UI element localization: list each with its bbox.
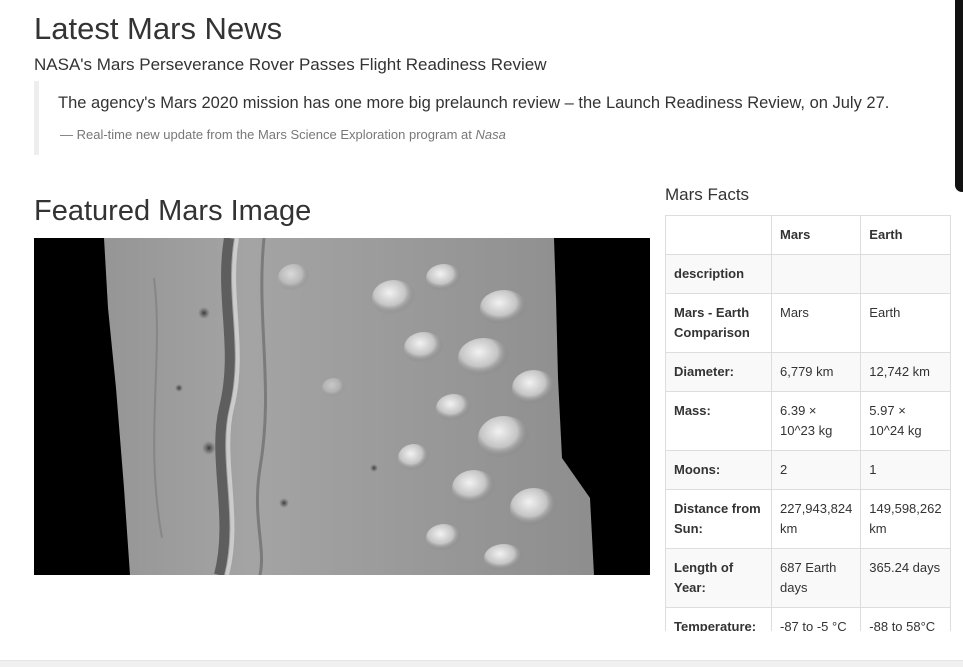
news-paragraph: The agency's Mars 2020 mission has one m…: [58, 94, 890, 112]
table-row: Moons: 2 1: [665, 450, 951, 490]
news-source: Nasa: [475, 127, 506, 142]
earth-value: 12,742 km: [860, 352, 951, 392]
row-label: Temperature:: [665, 607, 772, 631]
featured-mars-image: [34, 238, 650, 575]
earth-value: 5.97 × 10^24 kg: [860, 391, 951, 451]
table-header-row: Mars Earth: [665, 215, 951, 255]
row-label: Diameter:: [665, 352, 772, 392]
earth-value: 149,598,262 km: [860, 489, 951, 549]
horizontal-scrollbar[interactable]: [0, 660, 963, 667]
news-footer: — Real-time new update from the Mars Sci…: [60, 126, 506, 144]
earth-value: Earth: [860, 293, 951, 353]
news-title: NASA's Mars Perseverance Rover Passes Fl…: [34, 55, 547, 74]
mars-page: Latest Mars News NASA's Mars Perseveranc…: [0, 0, 963, 667]
column-header-mars: Mars: [770, 215, 862, 255]
column-header-earth: Earth: [860, 215, 951, 255]
mars-value: -87 to -5 °C: [770, 607, 862, 631]
earth-value: -88 to 58°C: [860, 607, 951, 631]
table-row: Distance from Sun: 227,943,824 km 149,59…: [665, 489, 951, 549]
mars-value: 687 Earth days: [770, 548, 862, 608]
column-header-blank: [665, 215, 772, 255]
table-row: Mars - Earth Comparison Mars Earth: [665, 293, 951, 353]
device-edge: [955, 0, 963, 192]
mars-facts-table: Mars Earth description Mars - Earth Comp…: [665, 215, 951, 631]
table-row: Length of Year: 687 Earth days 365.24 da…: [665, 548, 951, 608]
mars-value: [770, 254, 862, 294]
facts-heading: Mars Facts: [665, 185, 750, 204]
row-label: Mass:: [665, 391, 772, 451]
mars-value: Mars: [770, 293, 862, 353]
row-label: Distance from Sun:: [665, 489, 772, 549]
mars-terrain-image: [34, 238, 650, 575]
mars-value: 2: [770, 450, 862, 490]
earth-value: [860, 254, 951, 294]
mars-value: 6.39 × 10^23 kg: [770, 391, 862, 451]
featured-image-heading: Featured Mars Image: [34, 195, 312, 227]
mars-value: 6,779 km: [770, 352, 862, 392]
earth-value: 365.24 days: [860, 548, 951, 608]
facts-table-container: Mars Earth description Mars - Earth Comp…: [665, 215, 963, 631]
row-label: Length of Year:: [665, 548, 772, 608]
table-row: Mass: 6.39 × 10^23 kg 5.97 × 10^24 kg: [665, 391, 951, 451]
table-row: Diameter: 6,779 km 12,742 km: [665, 352, 951, 392]
news-heading: Latest Mars News: [34, 11, 283, 46]
news-footer-text: — Real-time new update from the Mars Sci…: [60, 127, 476, 142]
earth-value: 1: [860, 450, 951, 490]
table-row: description: [665, 254, 951, 294]
row-label: Moons:: [665, 450, 772, 490]
row-label: description: [665, 254, 772, 294]
row-label: Mars - Earth Comparison: [665, 293, 772, 353]
table-row: Temperature: -87 to -5 °C -88 to 58°C: [665, 607, 951, 631]
news-blockquote: The agency's Mars 2020 mission has one m…: [34, 81, 954, 155]
mars-value: 227,943,824 km: [770, 489, 862, 549]
